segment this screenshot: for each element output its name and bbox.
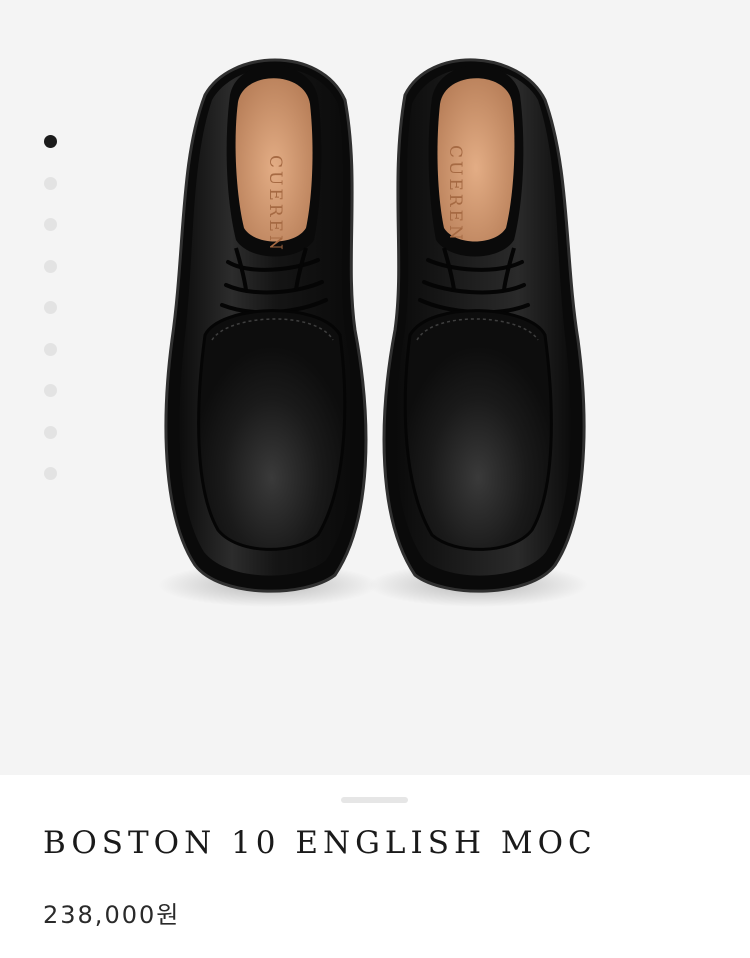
gallery-dot-5[interactable] bbox=[43, 301, 57, 314]
product-title: BOSTON 10 ENGLISH MOC bbox=[43, 825, 597, 861]
gallery-dot-3[interactable] bbox=[43, 218, 57, 231]
svg-text:CUEREN: CUEREN bbox=[445, 145, 465, 243]
gallery-pagination bbox=[43, 135, 57, 509]
right-shoe: CUEREN bbox=[382, 58, 586, 593]
product-info-sheet: BOSTON 10 ENGLISH MOC 238,000원 bbox=[0, 775, 750, 958]
gallery-dot-4[interactable] bbox=[43, 259, 57, 273]
gallery-dot-8[interactable] bbox=[43, 425, 57, 439]
product-image-shoes[interactable]: CUEREN CUEREN bbox=[0, 0, 750, 775]
product-price: 238,000원 bbox=[43, 901, 181, 929]
svg-text:CUEREN: CUEREN bbox=[265, 155, 285, 253]
gallery-dot-2[interactable] bbox=[43, 176, 57, 190]
product-detail-page: CUEREN CUEREN BOSTON 10 ENGLISH MOC 238,… bbox=[0, 0, 750, 958]
gallery-dot-6[interactable] bbox=[43, 342, 57, 356]
gallery-dot-7[interactable] bbox=[43, 384, 57, 397]
left-shoe: CUEREN bbox=[164, 58, 368, 593]
gallery-dot-9[interactable] bbox=[43, 467, 57, 480]
gallery-dot-1[interactable] bbox=[43, 135, 57, 148]
product-image-gallery[interactable]: CUEREN CUEREN bbox=[0, 0, 750, 775]
sheet-drag-handle[interactable] bbox=[341, 797, 408, 803]
